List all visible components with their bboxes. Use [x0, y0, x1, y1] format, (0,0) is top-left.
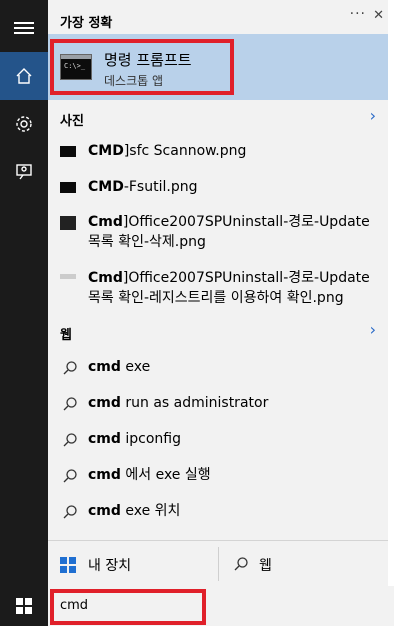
image-thumbnail-icon: [60, 182, 76, 193]
web-search-button[interactable]: 웹: [219, 541, 388, 587]
search-scope-bar: 내 장치 웹: [48, 540, 388, 586]
photo-result-item[interactable]: Cmd]Office2007SPUninstall-경로-Update 목록 확인…: [48, 268, 388, 312]
image-thumbnail-icon: [60, 274, 76, 279]
web-result-item[interactable]: cmd exe: [48, 356, 388, 380]
photo-result-item[interactable]: Cmd]Office2007SPUninstall-경로-Update 목록 확인…: [48, 212, 388, 256]
web-chevron-right-icon[interactable]: ›: [370, 320, 376, 339]
search-icon: [63, 505, 77, 519]
web-result-item[interactable]: cmd 에서 exe 실행: [48, 464, 388, 488]
photo-result-item[interactable]: CMD]sfc Scannow.png: [48, 140, 388, 164]
web-heading: 웹: [60, 328, 72, 343]
my-stuff-label: 내 장치: [88, 558, 132, 574]
search-icon: [234, 557, 248, 571]
photo-result-item[interactable]: CMD-Fsutil.png: [48, 176, 388, 200]
web-search-label: 웹: [259, 558, 272, 574]
search-icon: [63, 469, 77, 483]
settings-gear-icon[interactable]: [0, 100, 48, 148]
best-match-highlight-outline: [50, 39, 234, 95]
web-result-item[interactable]: cmd ipconfig: [48, 428, 388, 452]
start-left-rail: [0, 0, 48, 586]
search-icon: [63, 361, 77, 375]
search-icon: [63, 397, 77, 411]
close-icon[interactable]: ✕: [373, 8, 384, 23]
my-stuff-button[interactable]: 내 장치: [48, 541, 218, 587]
more-options-icon[interactable]: ···: [350, 6, 366, 22]
web-result-item[interactable]: cmd run as administrator: [48, 392, 388, 416]
search-box-highlight-outline: [50, 589, 206, 625]
photos-chevron-right-icon[interactable]: ›: [370, 106, 376, 125]
image-thumbnail-icon: [60, 216, 76, 230]
windows-logo-icon: [16, 598, 32, 614]
photos-heading: 사진: [60, 114, 84, 129]
best-match-heading: 가장 정확: [60, 16, 113, 31]
scrollbar-track[interactable]: [388, 0, 394, 586]
search-icon: [63, 433, 77, 447]
image-thumbnail-icon: [60, 146, 76, 157]
windows-logo-icon: [60, 557, 76, 573]
feedback-person-icon[interactable]: [0, 148, 48, 196]
start-button[interactable]: [0, 586, 48, 626]
hamburger-menu-icon[interactable]: [0, 4, 48, 52]
web-result-item[interactable]: cmd exe 위치: [48, 500, 388, 524]
home-icon[interactable]: [0, 52, 48, 100]
